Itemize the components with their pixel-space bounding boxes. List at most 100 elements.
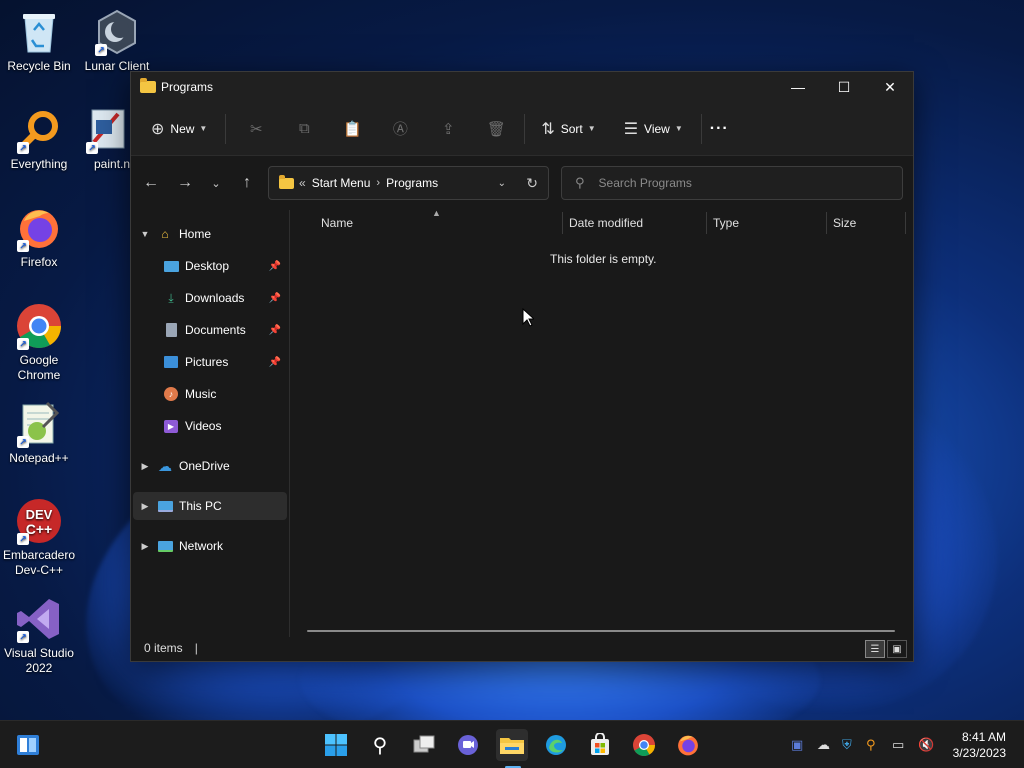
details-view-icon[interactable]: ☰ xyxy=(865,640,885,658)
firefox-icon xyxy=(678,735,698,756)
back-button[interactable]: ← xyxy=(134,174,168,192)
shortcut-arrow-icon: ↗ xyxy=(17,338,29,350)
nav-item-desktop[interactable]: Desktop 📌 xyxy=(133,252,287,280)
nav-item-music[interactable]: ♪ Music xyxy=(133,380,287,408)
cut-icon[interactable]: ✂ xyxy=(232,113,280,145)
view-button[interactable]: ☰ View ▼ xyxy=(624,113,683,145)
edge-button[interactable] xyxy=(540,729,572,761)
desktop-icon-label: Firefox xyxy=(20,255,58,269)
copy-icon[interactable]: ⧉ xyxy=(280,113,328,145)
picture-icon xyxy=(163,354,179,370)
everything-tray-icon[interactable]: ⚲ xyxy=(866,737,876,753)
delete-icon[interactable]: 🗑 xyxy=(472,113,520,145)
search-button[interactable]: ⚲ xyxy=(364,729,396,761)
column-header-type[interactable]: Type xyxy=(707,210,826,236)
volume-muted-icon[interactable]: 🔇 xyxy=(918,737,934,753)
nav-item-label: Home xyxy=(179,227,212,241)
nav-item-documents[interactable]: Documents 📌 xyxy=(133,316,287,344)
nav-item-home[interactable]: ▼ ⌂ Home xyxy=(133,220,287,248)
more-options-button[interactable]: ··· xyxy=(710,113,729,145)
up-button[interactable]: ↑ xyxy=(230,174,264,192)
title-bar[interactable]: Programs — ☐ ✕ xyxy=(131,72,913,102)
pin-icon[interactable]: 📌 xyxy=(269,261,281,272)
chat-button[interactable] xyxy=(452,729,484,761)
task-view-icon xyxy=(413,735,435,753)
new-button[interactable]: ⊕ New ▼ xyxy=(151,113,207,145)
column-label: Name xyxy=(321,216,354,230)
network-tray-icon[interactable]: ▭ xyxy=(892,737,904,753)
nav-item-downloads[interactable]: ⤓ Downloads 📌 xyxy=(133,284,287,312)
column-label: Date modified xyxy=(569,216,644,230)
breadcrumb-start-menu[interactable]: Start Menu xyxy=(312,176,371,190)
nav-item-label: Videos xyxy=(185,419,222,433)
desktop-icon-recycle-bin[interactable]: Recycle Bin xyxy=(0,8,78,74)
video-icon: ▶ xyxy=(163,418,179,434)
pane-splitter[interactable] xyxy=(289,210,290,637)
new-label: New xyxy=(170,121,195,136)
pin-icon[interactable]: 📌 xyxy=(269,293,281,304)
desktop-icon-dev-cpp[interactable]: DEV C++ ↗ Embarcadero Dev-C++ xyxy=(0,497,78,578)
nav-item-videos[interactable]: ▶ Videos xyxy=(133,412,287,440)
onedrive-tray-icon[interactable]: ☁ xyxy=(817,737,830,753)
column-header-size[interactable]: Size xyxy=(827,210,905,236)
nav-item-label: Downloads xyxy=(185,291,245,305)
teams-tray-icon[interactable]: ▣ xyxy=(791,737,803,753)
large-icons-view-icon[interactable]: ▣ xyxy=(887,640,907,658)
maximize-button[interactable]: ☐ xyxy=(821,72,867,102)
widgets-button[interactable] xyxy=(12,729,44,761)
nav-item-this-pc[interactable]: ▶ This PC xyxy=(133,492,287,520)
desktop-icon-everything[interactable]: ↗ Everything xyxy=(0,106,78,172)
firefox-taskbar-button[interactable] xyxy=(672,729,704,761)
toolbar-divider xyxy=(700,113,702,144)
forward-button[interactable]: → xyxy=(168,174,202,192)
sort-label: Sort xyxy=(560,121,583,136)
paste-icon[interactable]: 📋 xyxy=(328,113,376,145)
nav-item-onedrive[interactable]: ▶ ☁ OneDrive xyxy=(133,452,287,480)
recent-locations-button[interactable]: ⌄ xyxy=(202,177,230,190)
share-icon[interactable]: ⇪ xyxy=(424,113,472,145)
desktop-icon-google-chrome[interactable]: ↗ Google Chrome xyxy=(0,302,78,383)
search-input[interactable] xyxy=(598,176,879,190)
clock[interactable]: 8:41 AM 3/23/2023 xyxy=(953,729,1006,761)
breadcrumb-programs[interactable]: Programs xyxy=(386,176,438,190)
start-button[interactable] xyxy=(320,729,352,761)
edge-icon xyxy=(546,735,566,755)
shortcut-arrow-icon: ↗ xyxy=(86,142,98,154)
minimize-button[interactable]: — xyxy=(775,72,821,102)
rename-icon[interactable]: Ⓐ xyxy=(376,113,424,145)
sort-button[interactable]: ⇅ Sort ▼ xyxy=(541,113,595,145)
microsoft-store-button[interactable] xyxy=(584,729,616,761)
refresh-icon[interactable]: ↻ xyxy=(526,175,538,192)
desktop-icon-paint[interactable]: ↗ paint.n xyxy=(78,106,138,172)
nav-item-network[interactable]: ▶ Network xyxy=(133,532,287,560)
chrome-icon xyxy=(633,734,655,756)
column-divider[interactable] xyxy=(905,212,906,234)
desktop-icon-lunar-client[interactable]: ↗ Lunar Client xyxy=(78,8,156,74)
nav-item-pictures[interactable]: Pictures 📌 xyxy=(133,348,287,376)
chevron-down-icon[interactable]: ⌄ xyxy=(498,178,506,189)
column-label: Size xyxy=(833,216,857,230)
expand-chevron-icon[interactable]: ▼ xyxy=(133,229,157,239)
desktop-icon-visual-studio[interactable]: ↗ Visual Studio 2022 xyxy=(0,595,78,676)
view-lines-icon: ☰ xyxy=(623,120,639,138)
chrome-taskbar-button[interactable] xyxy=(628,729,660,761)
task-view-button[interactable] xyxy=(408,729,440,761)
desktop-icon-notepad-plus-plus[interactable]: ↗ Notepad++ xyxy=(0,400,78,466)
expand-chevron-icon[interactable]: ▶ xyxy=(133,501,157,512)
search-box[interactable]: ⚲ xyxy=(561,166,903,200)
horizontal-scrollbar[interactable] xyxy=(307,630,895,632)
pin-icon[interactable]: 📌 xyxy=(269,325,281,336)
expand-chevron-icon[interactable]: ▶ xyxy=(133,541,157,552)
desktop-icon-firefox[interactable]: ↗ Firefox xyxy=(0,204,78,270)
expand-chevron-icon[interactable]: ▶ xyxy=(133,461,157,472)
nav-item-label: OneDrive xyxy=(179,459,230,473)
column-header-name[interactable]: Name xyxy=(315,210,562,236)
breadcrumb-overflow[interactable]: « xyxy=(299,176,306,190)
pin-icon[interactable]: 📌 xyxy=(269,357,281,368)
close-button[interactable]: ✕ xyxy=(867,72,913,102)
address-bar[interactable]: « Start Menu › Programs ⌄ ↻ xyxy=(268,166,549,200)
shortcut-arrow-icon: ↗ xyxy=(17,240,29,252)
file-explorer-taskbar-button[interactable] xyxy=(496,729,528,761)
security-shield-icon[interactable]: ⛨ xyxy=(842,737,852,753)
column-header-date-modified[interactable]: Date modified xyxy=(563,210,706,236)
